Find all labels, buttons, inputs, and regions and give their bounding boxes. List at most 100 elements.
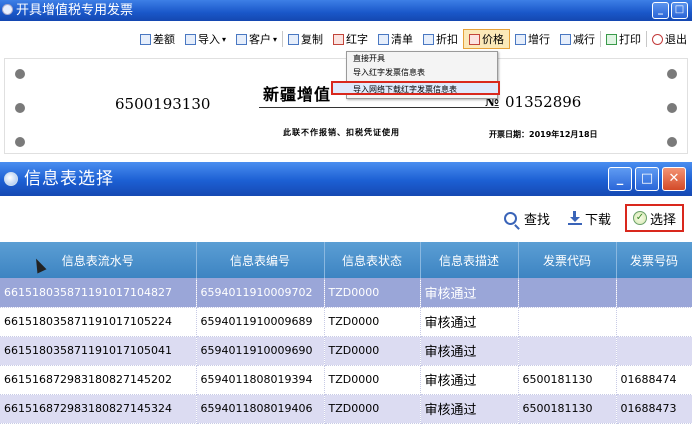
invoice-window-titlebar: 开具增值税专用发票 _ □ — [0, 0, 692, 21]
table-cell: 661518035871191017105041 — [0, 336, 197, 366]
toolbar-print-button[interactable]: 打印 — [601, 29, 646, 49]
red-invoice-icon — [333, 33, 344, 45]
toolbar-difference-button[interactable]: 差额 — [135, 29, 180, 49]
invoice-title: 新疆增值 — [263, 85, 332, 104]
column-header[interactable]: 发票代码 — [518, 242, 617, 278]
search-button[interactable]: 查找 — [500, 204, 554, 232]
table-cell: 6594011910009689 — [196, 307, 325, 337]
toolbar-customer-button[interactable]: 客户 ▾ — [231, 29, 282, 49]
column-header[interactable]: 信息表状态 — [324, 242, 421, 278]
table-row[interactable]: 661518035871191017105224 6594011910009689… — [0, 307, 692, 337]
table-cell: 6500181130 — [518, 365, 617, 395]
minimize-icon[interactable]: _ — [608, 167, 632, 191]
table-cell — [616, 307, 692, 337]
table-row[interactable]: 661516872983180827145202 6594011808019394… — [0, 365, 692, 395]
toolbar-add-row-button[interactable]: 增行 — [510, 29, 555, 49]
select-button[interactable]: ✓ 选择 — [624, 204, 684, 232]
minimize-icon[interactable]: _ — [652, 2, 669, 19]
table-cell — [616, 278, 692, 308]
download-icon — [567, 211, 582, 225]
toolbar-button-label: 客户 — [248, 33, 271, 46]
table-cell: TZD0000 — [324, 336, 421, 366]
maximize-icon[interactable]: □ — [635, 167, 659, 191]
column-header[interactable]: 信息表描述 — [420, 242, 519, 278]
toolbar-discount-button[interactable]: 折扣 — [418, 29, 463, 49]
table-cell: 01688473 — [616, 394, 692, 424]
table-row[interactable]: 661518035871191017105041 6594011910009690… — [0, 336, 692, 366]
toolbar-button-label: 红字 — [346, 33, 368, 46]
punch-hole-icon — [667, 69, 677, 79]
dropdown-menu-item[interactable]: 导入网络下载红字发票信息表 — [331, 81, 500, 95]
search-icon — [503, 211, 517, 225]
column-header[interactable]: 发票号码 — [616, 242, 692, 278]
punch-hole-icon — [667, 103, 677, 113]
toolbar-button-label: 退出 — [665, 33, 687, 46]
toolbar-button-label: 清单 — [391, 33, 413, 46]
table-cell: 审核通过 — [420, 394, 519, 424]
add-row-icon — [515, 33, 526, 45]
table-cell: TZD0000 — [324, 394, 421, 424]
toolbar-import-button[interactable]: 导入 ▾ — [180, 29, 231, 49]
table-cell: TZD0000 — [324, 307, 421, 337]
toolbar-red-invoice-button[interactable]: 红字 — [328, 29, 373, 49]
dialog-title: 信息表选择 — [24, 169, 114, 189]
toolbar-remove-row-button[interactable]: 减行 — [555, 29, 600, 49]
table-cell: 审核通过 — [420, 336, 519, 366]
toolbar-list-button[interactable]: 清单 — [373, 29, 418, 49]
invoice-date: 开票日期：2019年12月18日 — [489, 130, 598, 139]
toolbar-button-label: 折扣 — [436, 33, 458, 46]
info-table-grid: 信息表流水号 信息表编号 信息表状态 信息表描述 发票代码 发票号码 6615180358… — [0, 242, 692, 424]
discount-icon — [423, 33, 434, 45]
table-cell: 6594011910009702 — [196, 278, 325, 308]
table-row[interactable]: 661516872983180827145324 6594011808019406… — [0, 394, 692, 424]
invoice-window-controls: _ □ — [652, 2, 688, 19]
table-cell: TZD0000 — [324, 278, 421, 308]
table-cell: 661518035871191017105224 — [0, 307, 197, 337]
punch-hole-icon — [15, 137, 25, 147]
table-cell: 661516872983180827145324 — [0, 394, 197, 424]
table-cell: 审核通过 — [420, 365, 519, 395]
customer-icon — [235, 33, 247, 45]
table-row[interactable]: 661518035871191017104827 6594011910009702… — [0, 278, 692, 308]
download-label: 下载 — [584, 212, 611, 228]
search-label: 查找 — [523, 212, 550, 228]
table-cell: 6594011910009690 — [196, 336, 325, 366]
invoice-window-title: 开具增值税专用发票 — [16, 3, 134, 18]
toolbar-copy-button[interactable]: 复制 — [283, 29, 328, 49]
dialog-window-controls: _ □ ✕ — [608, 167, 686, 191]
dialog-titlebar[interactable]: 信息表选择 _ □ ✕ — [0, 162, 692, 196]
exit-icon — [652, 33, 663, 45]
column-header[interactable]: 信息表流水号 — [0, 242, 197, 278]
invoice-note: 此联不作报销、扣税凭证使用 — [283, 128, 400, 137]
table-cell — [518, 307, 617, 337]
close-icon[interactable]: ✕ — [662, 167, 686, 191]
table-cell — [518, 278, 617, 308]
table-cell: TZD0000 — [324, 365, 421, 395]
invoice-number: 01352896 — [505, 93, 582, 111]
toolbar-button-label: 减行 — [573, 33, 595, 46]
dialog-app-icon — [4, 172, 18, 186]
toolbar-exit-button[interactable]: 退出 — [647, 29, 692, 49]
dropdown-menu-item[interactable]: 直接开具 — [347, 52, 497, 66]
toolbar-button-label: 增行 — [528, 33, 550, 46]
toolbar-button-label: 复制 — [301, 33, 323, 46]
column-header[interactable]: 信息表编号 — [196, 242, 325, 278]
punch-hole-icon — [15, 69, 25, 79]
grid-body: 661518035871191017104827 6594011910009702… — [0, 278, 692, 424]
app-icon — [2, 4, 13, 15]
dropdown-menu-item[interactable]: 导入红字发票信息表 — [347, 66, 497, 80]
toolbar-button-label: 打印 — [619, 33, 641, 46]
chevron-down-icon: ▾ — [272, 34, 277, 44]
table-cell: 661518035871191017104827 — [0, 278, 197, 308]
toolbar-button-label: 差额 — [152, 33, 175, 46]
table-cell: 6594011808019394 — [196, 365, 325, 395]
punch-hole-icon — [15, 103, 25, 113]
toolbar-price-button[interactable]: 价格 — [463, 29, 510, 49]
maximize-icon[interactable]: □ — [671, 2, 688, 19]
invoice-code: 6500193130 — [115, 95, 211, 113]
grid-header-row: 信息表流水号 信息表编号 信息表状态 信息表描述 发票代码 发票号码 — [0, 242, 692, 278]
punch-hole-icon — [667, 137, 677, 147]
title-underline — [259, 107, 499, 108]
download-button[interactable]: 下载 — [564, 204, 615, 232]
table-cell: 审核通过 — [420, 278, 519, 308]
